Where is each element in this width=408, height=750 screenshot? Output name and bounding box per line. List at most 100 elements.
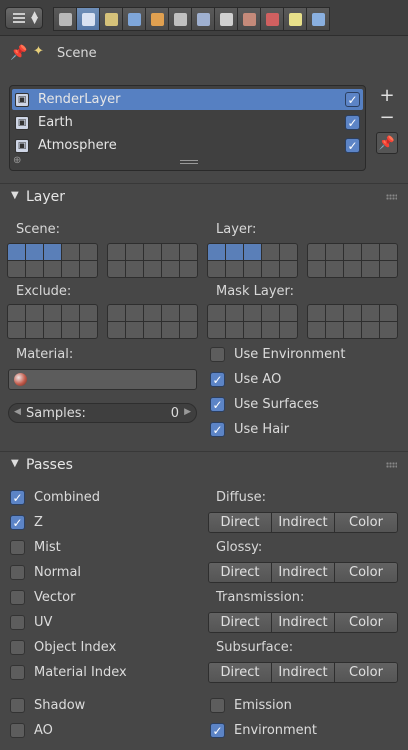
object-index-pass-option[interactable]: Object Index bbox=[10, 640, 116, 655]
layer-toggle-cell[interactable] bbox=[80, 261, 97, 277]
use-environment-checkbox[interactable] bbox=[210, 347, 225, 362]
diffuse-color-button[interactable]: Color bbox=[335, 513, 397, 532]
layer-toggle-cell[interactable] bbox=[108, 261, 125, 277]
layer-toggle-cell[interactable] bbox=[26, 305, 43, 321]
layer-toggle-cell[interactable] bbox=[108, 305, 125, 321]
physics-tab-button[interactable] bbox=[306, 7, 330, 31]
layer-toggle-cell[interactable] bbox=[226, 261, 243, 277]
texture-tab-button[interactable] bbox=[260, 7, 284, 31]
layer-toggle-cell[interactable] bbox=[226, 244, 243, 260]
ao-pass-checkbox[interactable] bbox=[10, 723, 25, 738]
layer-toggle-cell[interactable] bbox=[380, 305, 397, 321]
use-surfaces-option[interactable]: Use Surfaces bbox=[210, 397, 319, 412]
emission-pass-option[interactable]: Emission bbox=[210, 698, 292, 713]
layer-toggle-cell[interactable] bbox=[308, 305, 325, 321]
layer-toggle-cell[interactable] bbox=[280, 305, 297, 321]
layer-toggle-cell[interactable] bbox=[126, 261, 143, 277]
layer-toggle-cell[interactable] bbox=[326, 322, 343, 338]
render-layer-item[interactable]: ▣ Atmosphere bbox=[12, 135, 363, 156]
render-layers-grid[interactable] bbox=[307, 243, 398, 278]
layer-toggle-cell[interactable] bbox=[244, 244, 261, 260]
render-layer-item[interactable]: ▣ Earth bbox=[12, 112, 363, 133]
render-layer-enabled-checkbox[interactable] bbox=[345, 138, 360, 153]
ao-pass-option[interactable]: AO bbox=[10, 723, 53, 738]
layer-toggle-cell[interactable] bbox=[44, 322, 61, 338]
particles-tab-button[interactable] bbox=[283, 7, 307, 31]
layer-toggle-cell[interactable] bbox=[162, 322, 179, 338]
layer-toggle-cell[interactable] bbox=[344, 322, 361, 338]
layer-toggle-cell[interactable] bbox=[308, 244, 325, 260]
layer-toggle-cell[interactable] bbox=[362, 322, 379, 338]
z-pass-option[interactable]: Z bbox=[10, 515, 43, 530]
render-layer-enabled-checkbox[interactable] bbox=[345, 115, 360, 130]
layer-toggle-cell[interactable] bbox=[26, 322, 43, 338]
layer-toggle-cell[interactable] bbox=[126, 305, 143, 321]
layer-toggle-cell[interactable] bbox=[144, 305, 161, 321]
layer-toggle-cell[interactable] bbox=[226, 322, 243, 338]
layer-toggle-cell[interactable] bbox=[8, 305, 25, 321]
layer-toggle-cell[interactable] bbox=[362, 305, 379, 321]
layer-toggle-cell[interactable] bbox=[262, 322, 279, 338]
transmission-color-button[interactable]: Color bbox=[335, 613, 397, 632]
subsurface-direct-button[interactable]: Direct bbox=[209, 663, 272, 682]
glossy-color-button[interactable]: Color bbox=[335, 563, 397, 582]
constraints-tab-button[interactable] bbox=[168, 7, 192, 31]
pin-icon[interactable]: 📌 bbox=[10, 45, 27, 61]
render-layer-item[interactable]: ▣ RenderLayer bbox=[12, 89, 363, 110]
mist-pass-checkbox[interactable] bbox=[10, 540, 25, 555]
list-resize-icon[interactable]: ⊕ bbox=[13, 155, 21, 166]
use-environment-option[interactable]: Use Environment bbox=[210, 347, 345, 362]
object-index-pass-checkbox[interactable] bbox=[10, 640, 25, 655]
layer-toggle-cell[interactable] bbox=[126, 244, 143, 260]
layer-toggle-cell[interactable] bbox=[326, 244, 343, 260]
layer-toggle-cell[interactable] bbox=[262, 261, 279, 277]
layer-toggle-cell[interactable] bbox=[244, 322, 261, 338]
layer-toggle-cell[interactable] bbox=[180, 322, 197, 338]
layer-panel-header[interactable]: ▼ Layer bbox=[0, 183, 408, 209]
layer-toggle-cell[interactable] bbox=[208, 305, 225, 321]
layer-toggle-cell[interactable] bbox=[308, 322, 325, 338]
diffuse-indirect-button[interactable]: Indirect bbox=[272, 513, 335, 532]
subsurface-color-button[interactable]: Color bbox=[335, 663, 397, 682]
transmission-indirect-button[interactable]: Indirect bbox=[272, 613, 335, 632]
material-override-field[interactable] bbox=[8, 369, 197, 390]
z-pass-checkbox[interactable] bbox=[10, 515, 25, 530]
layer-toggle-cell[interactable] bbox=[344, 305, 361, 321]
layer-toggle-cell[interactable] bbox=[108, 244, 125, 260]
layer-toggle-cell[interactable] bbox=[80, 305, 97, 321]
layer-toggle-cell[interactable] bbox=[180, 305, 197, 321]
layer-toggle-cell[interactable] bbox=[144, 322, 161, 338]
layer-toggle-cell[interactable] bbox=[380, 244, 397, 260]
layer-toggle-cell[interactable] bbox=[8, 261, 25, 277]
data-tab-button[interactable] bbox=[214, 7, 238, 31]
glossy-direct-button[interactable]: Direct bbox=[209, 563, 272, 582]
mask-layers-grid[interactable] bbox=[207, 304, 298, 339]
layer-toggle-cell[interactable] bbox=[244, 305, 261, 321]
decrement-arrow-icon[interactable]: ◀ bbox=[14, 407, 21, 417]
render-tab-button[interactable] bbox=[53, 7, 77, 31]
modifiers-tab-button[interactable] bbox=[191, 7, 215, 31]
layer-toggle-cell[interactable] bbox=[80, 322, 97, 338]
uv-pass-option[interactable]: UV bbox=[10, 615, 52, 630]
layer-toggle-cell[interactable] bbox=[326, 305, 343, 321]
layer-toggle-cell[interactable] bbox=[362, 261, 379, 277]
scene-layers-grid[interactable] bbox=[107, 243, 198, 278]
material-index-pass-checkbox[interactable] bbox=[10, 665, 25, 680]
passes-panel-header[interactable]: ▼ Passes bbox=[0, 451, 408, 477]
use-hair-option[interactable]: Use Hair bbox=[210, 422, 289, 437]
layer-toggle-cell[interactable] bbox=[262, 244, 279, 260]
vector-pass-checkbox[interactable] bbox=[10, 590, 25, 605]
combined-pass-checkbox[interactable] bbox=[10, 490, 25, 505]
drag-handle-icon[interactable] bbox=[386, 194, 397, 200]
render-layers-grid[interactable] bbox=[207, 243, 298, 278]
use-ao-checkbox[interactable] bbox=[210, 372, 225, 387]
layer-toggle-cell[interactable] bbox=[162, 261, 179, 277]
use-surfaces-checkbox[interactable] bbox=[210, 397, 225, 412]
layer-toggle-cell[interactable] bbox=[62, 322, 79, 338]
layer-toggle-cell[interactable] bbox=[62, 305, 79, 321]
environment-pass-checkbox[interactable] bbox=[210, 723, 225, 738]
layer-toggle-cell[interactable] bbox=[180, 244, 197, 260]
use-hair-checkbox[interactable] bbox=[210, 422, 225, 437]
layer-toggle-cell[interactable] bbox=[44, 261, 61, 277]
layer-toggle-cell[interactable] bbox=[308, 261, 325, 277]
